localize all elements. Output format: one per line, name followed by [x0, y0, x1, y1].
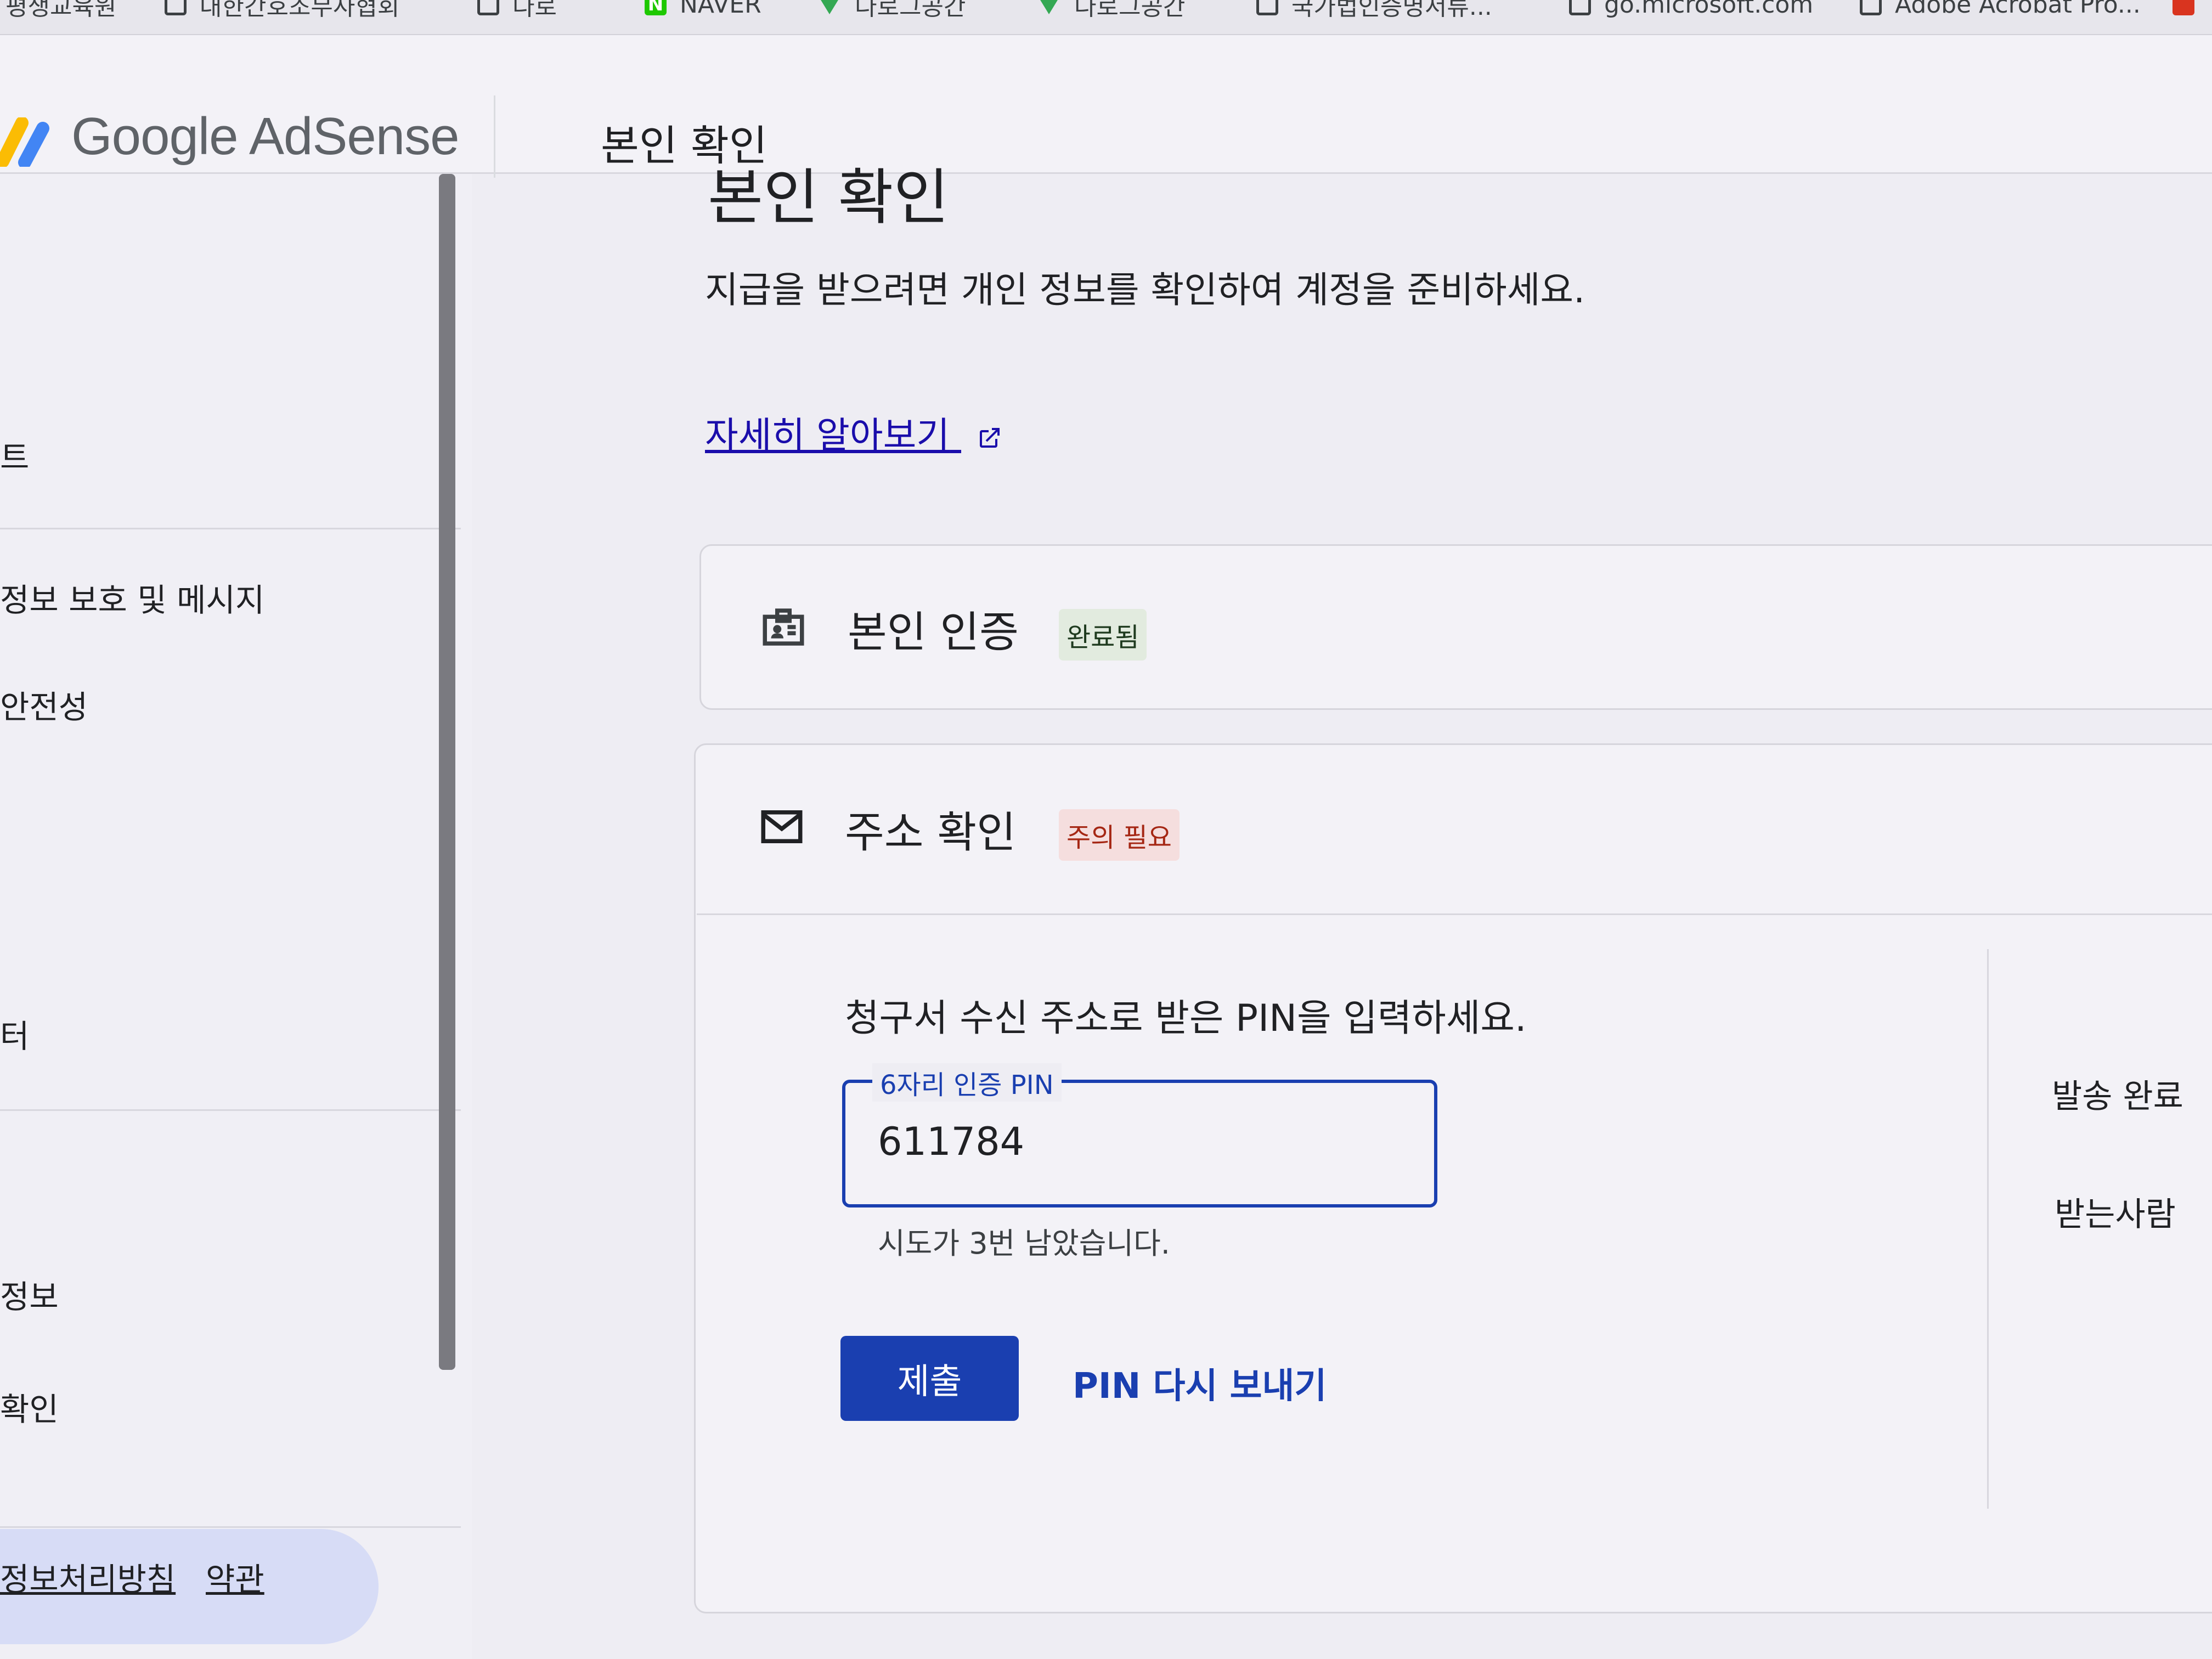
bookmark-label: 대한간호조무사협회	[200, 0, 400, 21]
bookmark-label: Adobe Acrobat Pro...	[1895, 0, 2141, 19]
pin-field-label: 6자리 인증 PIN	[872, 1063, 1062, 1102]
submit-button[interactable]: 제출	[840, 1336, 1019, 1421]
sidebar-item-info[interactable]: 정보	[0, 1271, 59, 1317]
page-icon	[165, 0, 187, 15]
page-icon	[1256, 0, 1278, 15]
naver-icon: N	[645, 0, 667, 15]
bookmark-item[interactable]: N NAVER	[645, 0, 761, 21]
external-link-icon	[980, 427, 1000, 448]
bookmark-item[interactable]: 국가법인증명서류...	[1256, 0, 1492, 21]
brand-name[interactable]: Google AdSense	[71, 106, 460, 167]
sidebar-divider	[0, 528, 461, 529]
bookmark-label: NAVER	[680, 0, 761, 19]
sidebar-item-privacy-messaging[interactable]: 정보 보호 및 메시지	[0, 574, 264, 620]
address-card-title: 주소 확인	[845, 808, 1016, 857]
app-header: Google AdSense 본인 확인	[0, 35, 2212, 178]
identity-card-title: 본인 인증	[848, 608, 1019, 657]
bookmark-item[interactable]: 다로	[477, 0, 557, 21]
recipient-label: 받는사람	[2055, 1195, 2176, 1234]
bookmark-item[interactable]: 다로그공간	[817, 0, 966, 21]
bookmark-item[interactable]: 다로그공간	[1037, 0, 1185, 21]
sidebar-item[interactable]: 터	[0, 1011, 29, 1057]
page-title: 본인 확인	[708, 162, 949, 233]
bookmark-item[interactable]: 대한간호조무사협회	[165, 0, 399, 21]
bookmark-item[interactable]	[2172, 0, 2208, 21]
pin-instructions: 청구서 수신 주소로 받은 PIN을 입력하세요.	[845, 997, 1527, 1040]
bookmark-item[interactable]: Adobe Acrobat Pro...	[1860, 0, 2141, 21]
triangle-icon	[817, 0, 842, 14]
learn-more-link[interactable]: 자세히 알아보기	[705, 406, 1003, 459]
triangle-icon	[1037, 0, 1061, 14]
privacy-policy-link[interactable]: 정보처리방침	[0, 1554, 176, 1600]
bookmark-label: 평생교육원	[5, 0, 117, 21]
bookmark-label: 다로	[512, 0, 557, 21]
sidebar-divider	[0, 1526, 461, 1528]
sidebar-divider	[0, 1109, 461, 1111]
adobe-icon	[2172, 0, 2194, 15]
side-panel-divider	[1987, 949, 1989, 1509]
resend-pin-button[interactable]: PIN 다시 보내기	[1073, 1358, 1327, 1408]
adsense-logo-icon	[0, 117, 49, 167]
sidebar-item-verification[interactable]: 확인	[0, 1384, 59, 1430]
sidebar-scrollbar[interactable]	[439, 174, 455, 1370]
shipping-status-label: 발송 완료	[2052, 1077, 2183, 1116]
page-icon	[1860, 0, 1882, 15]
bookmark-label: 다로그공간	[855, 0, 966, 21]
bookmarks-bar: 평생교육원 대한간호조무사협회 다로 N NAVER 다로그공간 다로그공간 국…	[0, 0, 2212, 35]
bookmark-label: 다로그공간	[1074, 0, 1186, 21]
pin-input[interactable]	[878, 1119, 1372, 1164]
bookmark-item[interactable]: go.microsoft.com	[1569, 0, 1813, 21]
terms-link[interactable]: 약관	[206, 1554, 264, 1600]
status-badge-attention: 주의 필요	[1059, 809, 1180, 861]
page-icon	[477, 0, 499, 15]
mail-icon	[761, 810, 803, 843]
bookmark-label: go.microsoft.com	[1604, 0, 1814, 19]
sidebar-item-safety[interactable]: 안전성	[0, 681, 88, 727]
attempts-remaining-text: 시도가 3번 남았습니다.	[878, 1226, 1170, 1261]
status-badge-complete: 완료됨	[1059, 609, 1147, 661]
learn-more-label: 자세히 알아보기	[705, 414, 950, 456]
page-description: 지급을 받으려면 개인 정보를 확인하여 계정을 준비하세요.	[705, 269, 1585, 311]
id-badge-icon	[763, 608, 804, 646]
card-section-divider	[697, 913, 2212, 915]
sidebar-item[interactable]: 트	[0, 432, 29, 478]
bookmark-label: 국가법인증명서류...	[1291, 0, 1492, 21]
header-divider	[494, 95, 495, 178]
sidebar: 트 정보 보호 및 메시지 안전성 터 정보 확인 정보처리방침 약관	[0, 174, 472, 1659]
page-icon	[1569, 0, 1591, 15]
bookmark-item[interactable]: 평생교육원	[5, 0, 116, 21]
